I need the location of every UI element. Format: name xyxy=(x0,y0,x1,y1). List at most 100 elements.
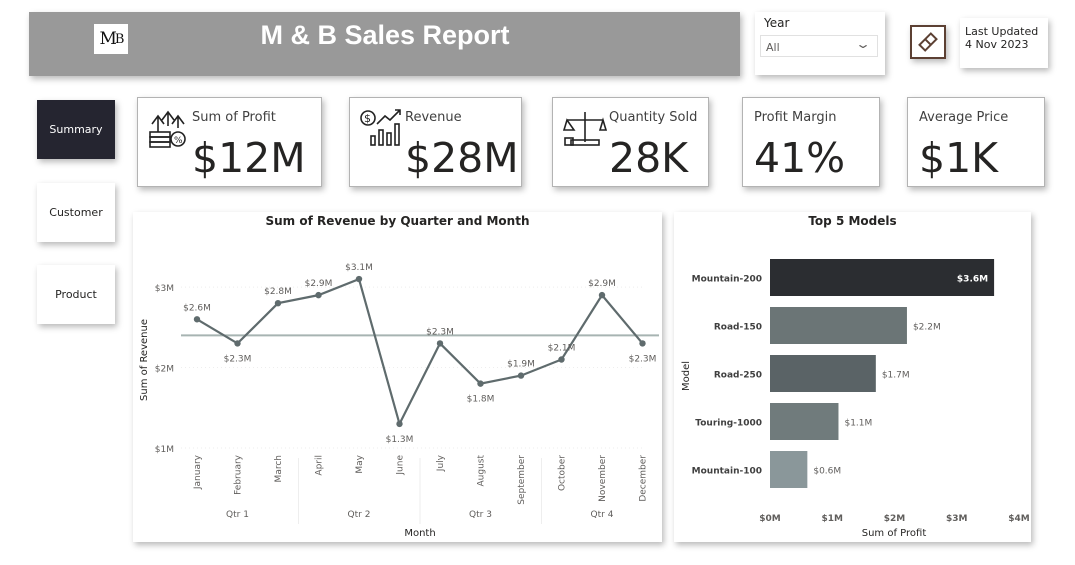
data-point xyxy=(517,372,525,379)
x-tick-label: $4M xyxy=(1008,514,1030,524)
data-point xyxy=(396,420,403,428)
x-tick-label: $2M xyxy=(884,514,906,524)
quarter-label: Qtr 1 xyxy=(226,510,249,520)
category-label: Mountain-200 xyxy=(692,275,762,285)
nav-customer-button[interactable]: Customer xyxy=(37,183,115,242)
last-updated-text: Last Updated 4 Nov 2023 xyxy=(965,25,1039,51)
revenue-line-chart-panel: Sum of Revenue by Quarter and Month $1M $… xyxy=(133,212,662,542)
y-axis-title: Sum of Revenue xyxy=(139,319,150,401)
kpi-title: Quantity Sold xyxy=(609,110,698,125)
category-label: Road-150 xyxy=(714,323,762,333)
data-label: $1.8M xyxy=(467,395,495,405)
data-label: $1.9M xyxy=(507,360,535,370)
kpi-value: 41% xyxy=(754,134,846,182)
nav-product-button[interactable]: Product xyxy=(37,265,115,324)
data-point xyxy=(436,340,444,347)
kpi-title: Profit Margin xyxy=(754,110,837,125)
svg-text:%: % xyxy=(174,136,183,146)
x-tick-label: December xyxy=(639,455,649,502)
kpi-title: Average Price xyxy=(919,110,1009,125)
x-tick-label: March xyxy=(274,455,284,482)
x-tick-label: October xyxy=(558,455,568,491)
x-axis-title: Sum of Profit xyxy=(862,528,927,539)
x-tick-label: September xyxy=(517,455,527,505)
year-slicer-label: Year xyxy=(764,16,790,30)
data-label: $2.2M xyxy=(913,323,941,333)
bar xyxy=(770,307,907,344)
y-tick-label: $2M xyxy=(155,365,174,375)
bar xyxy=(770,451,808,488)
data-point xyxy=(234,340,241,347)
kpi-value: $28M xyxy=(405,134,519,182)
data-label: $2.3M xyxy=(224,354,252,364)
x-tick-label: $0M xyxy=(759,514,781,524)
chevron-down-icon[interactable]: ⌄ xyxy=(855,37,871,51)
quarter-label: Qtr 3 xyxy=(469,510,492,520)
nav-summary-button[interactable]: Summary xyxy=(37,100,115,159)
kpi-card-revenue: $ Revenue $28M xyxy=(349,97,522,187)
quarter-label: Qtr 2 xyxy=(348,510,371,520)
data-point xyxy=(355,275,363,283)
report-title: M & B Sales Report xyxy=(260,20,510,50)
y-tick-label: $1M xyxy=(155,445,174,455)
profit-icon: % xyxy=(149,110,186,148)
kpi-value: 28K xyxy=(609,134,689,182)
kpi-value: $1K xyxy=(919,134,999,182)
data-label: $2.1M xyxy=(548,344,576,354)
kpi-value: $12M xyxy=(192,134,306,182)
x-tick-label: November xyxy=(598,455,608,502)
year-dropdown-value: All xyxy=(766,41,780,54)
kpi-card-profit-margin: Profit Margin 41% xyxy=(742,97,880,187)
revenue-line-chart[interactable]: $1M $2M $3M Sum of Revenue $2.6M $2.3M $2.8M $2… xyxy=(133,212,662,542)
eraser-icon xyxy=(918,32,938,52)
data-label: $0.6M xyxy=(813,467,841,477)
data-label: $3.6M xyxy=(957,275,988,285)
data-label: $2.6M xyxy=(183,303,211,313)
kpi-title: Revenue xyxy=(405,110,462,125)
data-label: $1.1M xyxy=(844,419,872,429)
kpi-card-profit: % Sum of Profit $12M xyxy=(137,97,322,187)
category-label: Touring-1000 xyxy=(695,419,762,429)
data-label: $1.7M xyxy=(882,371,910,381)
scale-icon xyxy=(563,112,607,146)
x-tick-label: August xyxy=(477,455,487,487)
data-label: $3.1M xyxy=(345,263,373,273)
data-point xyxy=(193,316,201,323)
x-tick-label: April xyxy=(315,455,325,476)
kpi-title: Sum of Profit xyxy=(192,110,276,125)
data-label: $2.9M xyxy=(305,279,333,289)
data-label: $2.8M xyxy=(264,287,292,297)
x-tick-label: $3M xyxy=(946,514,968,524)
data-label: $2.3M xyxy=(426,327,454,337)
kpi-card-quantity: Quantity Sold 28K xyxy=(552,97,709,187)
revenue-chart-icon: $ xyxy=(360,109,401,146)
x-tick-label: $1M xyxy=(822,514,844,524)
data-label: $2.9M xyxy=(588,279,616,289)
bar xyxy=(770,355,876,392)
x-tick-label: February xyxy=(234,454,244,495)
data-point xyxy=(598,291,606,299)
data-point xyxy=(477,380,484,387)
kpi-card-average-price: Average Price $1K xyxy=(907,97,1045,187)
company-logo: MB xyxy=(94,24,128,54)
clear-filters-button[interactable] xyxy=(910,25,946,59)
top-models-bar-chart[interactable]: Mountain-200 $3.6M Road-150 $2.2M Road-250 $1… xyxy=(674,212,1031,542)
x-tick-label: May xyxy=(355,454,365,473)
x-tick-label: July xyxy=(436,454,446,472)
revenue-line xyxy=(196,277,644,427)
bar xyxy=(770,403,839,440)
x-tick-label: January xyxy=(193,454,203,490)
top-models-bar-chart-panel: Top 5 Models Mountain-200 $3.6M Road-150 $2… xyxy=(674,212,1031,542)
x-axis-title: Month xyxy=(404,528,435,539)
data-label: $1.3M xyxy=(386,435,414,445)
y-tick-label: $3M xyxy=(155,284,174,294)
category-label: Mountain-100 xyxy=(692,467,762,477)
category-label: Road-250 xyxy=(714,371,762,381)
data-label: $2.3M xyxy=(629,354,657,364)
x-tick-label: June xyxy=(396,455,406,476)
data-point xyxy=(315,291,322,299)
data-point xyxy=(274,299,282,307)
quarter-label: Qtr 4 xyxy=(591,510,614,520)
svg-text:$: $ xyxy=(364,112,371,125)
data-point xyxy=(558,356,565,363)
